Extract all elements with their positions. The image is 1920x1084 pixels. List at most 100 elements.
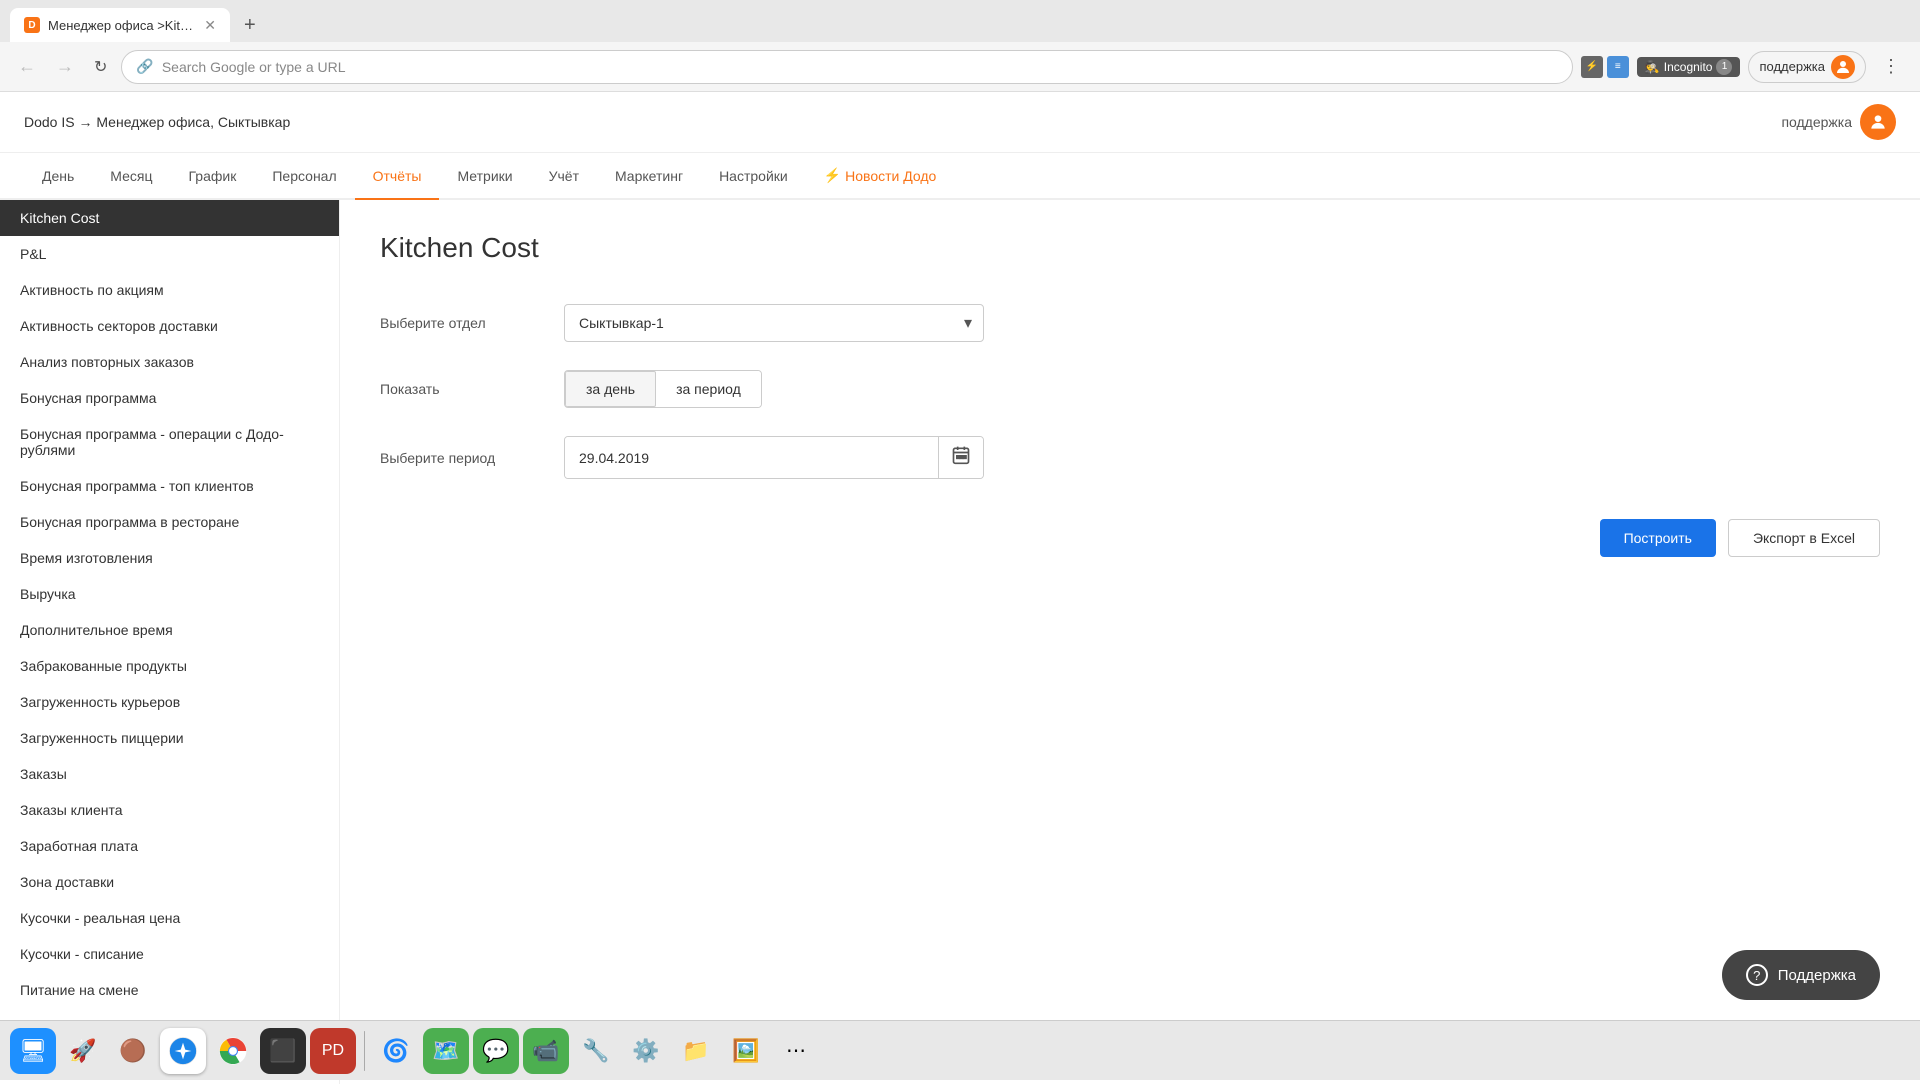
main-content: Kitchen Cost Выберите отдел Сыктывкар-1 …	[340, 200, 1920, 1084]
ext-icon-1[interactable]: ⚡	[1581, 56, 1603, 78]
form-section: Выберите отдел Сыктывкар-1 Сыктывкар-2 С…	[380, 304, 1280, 479]
nav-item-day[interactable]: День	[24, 154, 92, 200]
sidebar-item-client-orders[interactable]: Заказы клиента	[0, 792, 339, 828]
nav-item-marketing[interactable]: Маркетинг	[597, 154, 701, 200]
browser-toolbar: ← → ↻ 🔗 Search Google or type a URL ⚡ ≡ …	[0, 42, 1920, 92]
sidebar-item-cook-time[interactable]: Время изготовления	[0, 540, 339, 576]
nav-item-news[interactable]: ⚡ Новости Додо	[806, 153, 955, 200]
app-header: Dodo IS → Менеджер офиса, Сыктывкар подд…	[0, 92, 1920, 153]
date-input[interactable]	[565, 437, 938, 478]
sidebar-item-extra-time[interactable]: Дополнительное время	[0, 612, 339, 648]
sidebar-item-auto-promo[interactable]: Применение автоматических акций	[0, 1080, 339, 1084]
ext-icon-2[interactable]: ≡	[1607, 56, 1629, 78]
tab-favicon: D	[24, 17, 40, 33]
dock-icon-photos[interactable]: 🖼️	[723, 1028, 769, 1074]
dock-icon-safari[interactable]	[160, 1028, 206, 1074]
support-bubble-icon: ?	[1746, 964, 1768, 986]
nav-item-month[interactable]: Месяц	[92, 154, 170, 200]
browser-menu-button[interactable]: ⋮	[1874, 52, 1908, 81]
sidebar: Kitchen Cost P&L Активность по акциям Ак…	[0, 200, 340, 1084]
new-tab-button[interactable]: +	[238, 12, 262, 39]
incognito-count: 1	[1716, 59, 1732, 75]
sidebar-item-promo-activity[interactable]: Активность по акциям	[0, 272, 339, 308]
dock-icon-facetime[interactable]: 📹	[523, 1028, 569, 1074]
sidebar-item-salary[interactable]: Заработная плата	[0, 828, 339, 864]
department-select[interactable]: Сыктывкар-1 Сыктывкар-2 Сыктывкар-3	[564, 304, 984, 342]
toggle-group: за день за период	[564, 370, 762, 408]
profile-button[interactable]: поддержка	[1748, 51, 1866, 83]
sidebar-item-slices-write-off[interactable]: Кусочки - списание	[0, 936, 339, 972]
nav-item-personnel[interactable]: Персонал	[254, 154, 354, 200]
taskbar: 🖥 🚀 🟤 ⬛ PD 🌀 🗺️ 💬 📹 🔧 ⚙️ 📁 🖼️ ⋯	[0, 1020, 1920, 1080]
toggle-day-button[interactable]: за день	[565, 371, 656, 407]
incognito-badge: 🕵️ Incognito 1	[1637, 57, 1741, 77]
nav-item-accounting[interactable]: Учёт	[531, 154, 597, 200]
sidebar-item-shift-meals[interactable]: Питание на смене	[0, 972, 339, 1008]
support-avatar[interactable]	[1860, 104, 1896, 140]
support-area: поддержка	[1781, 104, 1896, 140]
browser-tab-active[interactable]: D Менеджер офиса >Kitchen co... ✕	[10, 8, 230, 42]
browser-actions: ⚡ ≡ 🕵️ Incognito 1 поддержка ⋮	[1581, 51, 1908, 83]
extensions-area: ⚡ ≡	[1581, 56, 1629, 78]
sidebar-item-delivery-sectors[interactable]: Активность секторов доставки	[0, 308, 339, 344]
sidebar-item-courier-load[interactable]: Загруженность курьеров	[0, 684, 339, 720]
dock-icon-more[interactable]: ⋯	[773, 1028, 819, 1074]
department-row: Выберите отдел Сыктывкар-1 Сыктывкар-2 С…	[380, 304, 1280, 342]
dock-icon-folder[interactable]: 📁	[673, 1028, 719, 1074]
tab-title: Менеджер офиса >Kitchen co...	[48, 18, 196, 33]
form-actions: Построить Экспорт в Excel	[380, 519, 1880, 557]
dock-icon-chrome[interactable]	[210, 1028, 256, 1074]
build-button[interactable]: Построить	[1600, 519, 1716, 557]
dock-icon-launchpad[interactable]: 🚀	[60, 1028, 106, 1074]
period-label: Выберите период	[380, 450, 540, 466]
tab-bar: D Менеджер офиса >Kitchen co... ✕ +	[0, 0, 1920, 42]
dock-icon-app1[interactable]: PD	[310, 1028, 356, 1074]
nav-item-reports[interactable]: Отчёты	[355, 154, 440, 200]
support-label: поддержка	[1781, 114, 1852, 130]
period-row: Выберите период	[380, 436, 1280, 479]
calendar-button[interactable]	[938, 437, 983, 478]
main-nav: День Месяц График Персонал Отчёты Метрик…	[0, 153, 1920, 200]
sidebar-item-defective-products[interactable]: Забракованные продукты	[0, 648, 339, 684]
sidebar-item-slices-real-price[interactable]: Кусочки - реальная цена	[0, 900, 339, 936]
sidebar-item-bonus-program[interactable]: Бонусная программа	[0, 380, 339, 416]
sidebar-item-pl[interactable]: P&L	[0, 236, 339, 272]
sidebar-item-bonus-top-clients[interactable]: Бонусная программа - топ клиентов	[0, 468, 339, 504]
support-bubble[interactable]: ? Поддержка	[1722, 950, 1880, 1000]
nav-item-graph[interactable]: График	[171, 154, 255, 200]
dock-icon-app2[interactable]: 🌀	[373, 1028, 419, 1074]
sidebar-item-repeat-orders[interactable]: Анализ повторных заказов	[0, 344, 339, 380]
dock-icon-terminal[interactable]: ⬛	[260, 1028, 306, 1074]
support-bubble-label: Поддержка	[1778, 967, 1856, 984]
sidebar-item-bonus-dodo-rub[interactable]: Бонусная программа - операции с Додо-руб…	[0, 416, 339, 468]
dock-icon-finder[interactable]: 🖥	[10, 1028, 56, 1074]
dock-icon-face[interactable]: 🟤	[110, 1028, 156, 1074]
export-button[interactable]: Экспорт в Excel	[1728, 519, 1880, 557]
nav-item-settings[interactable]: Настройки	[701, 154, 806, 200]
incognito-label: Incognito	[1664, 60, 1713, 74]
forward-button[interactable]: →	[50, 52, 80, 81]
sidebar-item-pizzeria-load[interactable]: Загруженность пиццерии	[0, 720, 339, 756]
sidebar-item-orders[interactable]: Заказы	[0, 756, 339, 792]
dock-icon-xcode[interactable]: 🔧	[573, 1028, 619, 1074]
reload-button[interactable]: ↻	[88, 53, 113, 81]
toggle-period-button[interactable]: за период	[656, 371, 761, 407]
address-bar-text[interactable]: Search Google or type a URL	[162, 59, 1558, 75]
sidebar-item-delivery-zone[interactable]: Зона доставки	[0, 864, 339, 900]
sidebar-item-revenue[interactable]: Выручка	[0, 576, 339, 612]
profile-label: поддержка	[1759, 59, 1825, 74]
sidebar-item-bonus-restaurant[interactable]: Бонусная программа в ресторане	[0, 504, 339, 540]
lock-icon: 🔗	[136, 58, 153, 75]
profile-avatar	[1831, 55, 1855, 79]
dock-icon-messages[interactable]: 💬	[473, 1028, 519, 1074]
nav-item-metrics[interactable]: Метрики	[439, 154, 530, 200]
address-bar[interactable]: 🔗 Search Google or type a URL	[121, 50, 1572, 84]
department-label: Выберите отдел	[380, 315, 540, 331]
dock-icon-system-prefs[interactable]: ⚙️	[623, 1028, 669, 1074]
back-button[interactable]: ←	[12, 52, 42, 81]
content-wrapper: Kitchen Cost P&L Активность по акциям Ак…	[0, 200, 1920, 1084]
page-title: Kitchen Cost	[380, 232, 1880, 264]
dock-icon-maps[interactable]: 🗺️	[423, 1028, 469, 1074]
tab-close-button[interactable]: ✕	[204, 17, 216, 34]
sidebar-item-kitchen-cost[interactable]: Kitchen Cost	[0, 200, 339, 236]
